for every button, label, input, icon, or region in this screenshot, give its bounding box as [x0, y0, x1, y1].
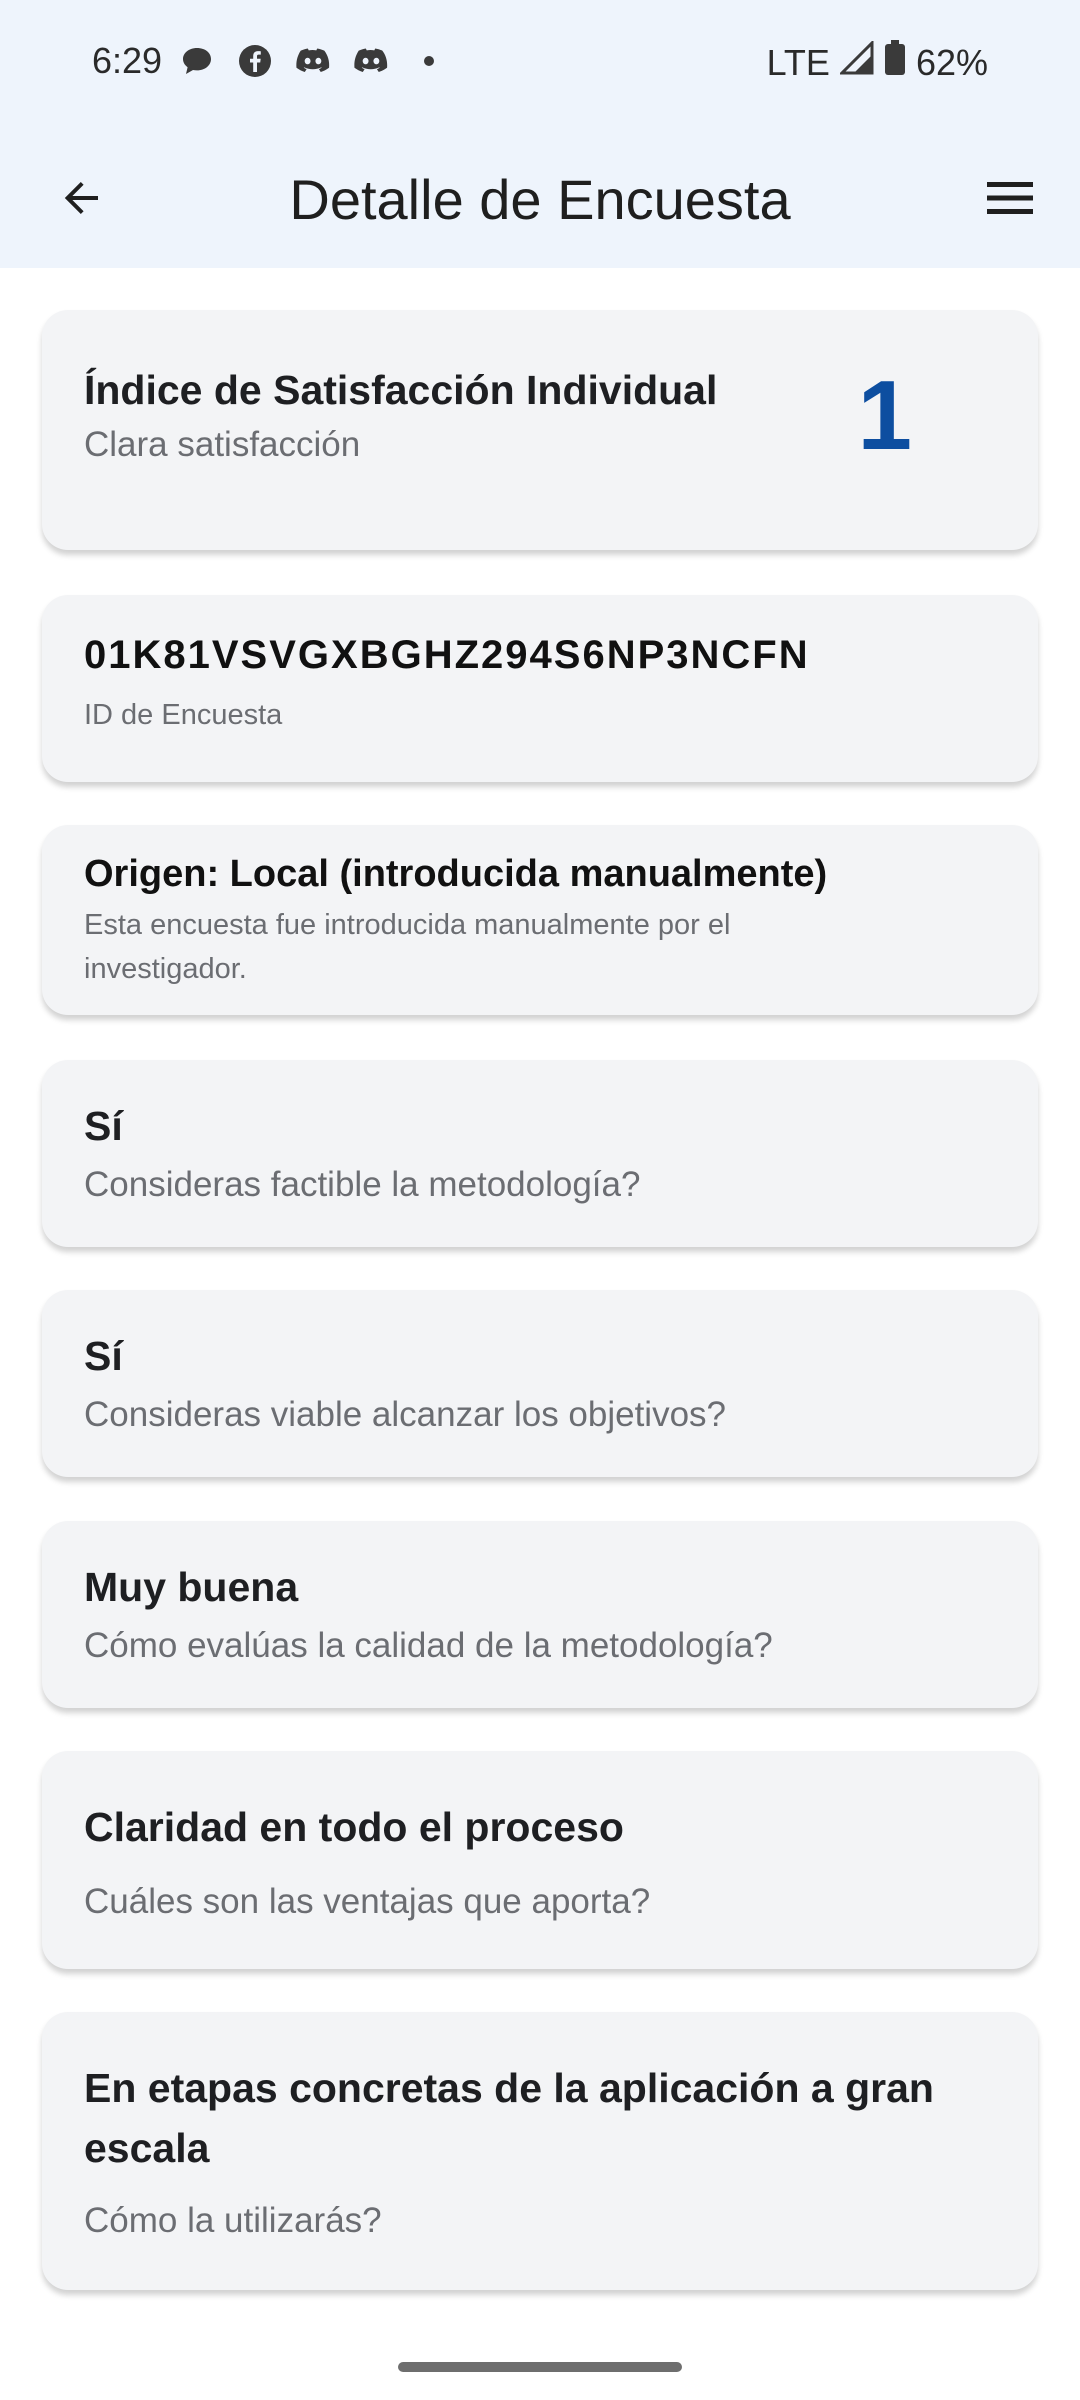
notification-icons [180, 44, 446, 78]
survey-id-card: 01K81VSVGXBGHZ294S6NP3NCFN ID de Encuest… [42, 595, 1038, 782]
answer-value: Sí [84, 1103, 123, 1149]
facebook-icon [238, 44, 272, 78]
status-right: LTE 62% [766, 39, 988, 85]
signal-icon [838, 39, 874, 84]
dot-icon [412, 44, 446, 78]
hamburger-menu-icon [985, 178, 1035, 223]
origin-card: Origen: Local (introducida manualmente) … [42, 825, 1038, 1015]
answer-card: En etapas concretas de la aplicación a g… [42, 2012, 1038, 2290]
origin-description: Esta encuesta fue introducida manualment… [84, 909, 731, 985]
menu-button[interactable] [970, 160, 1050, 240]
question-text: Cuáles son las ventajas que aporta? [84, 1882, 651, 1921]
app-bar: Detalle de Encuesta [0, 130, 1080, 268]
page-title: Detalle de Encuesta [289, 168, 791, 231]
question-text: Consideras viable alcanzar los objetivos… [84, 1395, 727, 1434]
answer-card: Sí Consideras viable alcanzar los objeti… [42, 1290, 1038, 1477]
answer-value: En etapas concretas de la aplicación a g… [84, 2065, 934, 2171]
message-icon [180, 44, 214, 78]
battery-icon [884, 40, 906, 85]
discord-icon [354, 44, 388, 78]
answer-card: Muy buena Cómo evalúas la calidad de la … [42, 1521, 1038, 1708]
answer-card: Sí Consideras factible la metodología? [42, 1060, 1038, 1247]
survey-id-label: ID de Encuesta [84, 699, 283, 731]
satisfaction-score: 1 [857, 360, 912, 470]
survey-id-value: 01K81VSVGXBGHZ294S6NP3NCFN [84, 633, 810, 677]
battery-percent: 62% [915, 41, 988, 83]
question-text: Cómo la utilizarás? [84, 2201, 382, 2240]
discord-icon [296, 44, 330, 78]
answer-card: Claridad en todo el proceso Cuáles son l… [42, 1751, 1038, 1969]
answer-value: Muy buena [84, 1564, 299, 1610]
answer-value: Sí [84, 1333, 123, 1379]
origin-title: Origen: Local (introducida manualmente) [84, 853, 828, 895]
question-text: Consideras factible la metodología? [84, 1165, 641, 1204]
satisfaction-card: Índice de Satisfacción Individual Clara … [42, 310, 1038, 550]
home-indicator[interactable] [398, 2362, 682, 2372]
answer-value: Claridad en todo el proceso [84, 1804, 624, 1850]
network-type: LTE [766, 41, 830, 83]
status-time: 6:29 [92, 40, 163, 81]
status-bar: 6:29 LTE 62% [0, 0, 1080, 130]
question-text: Cómo evalúas la calidad de la metodologí… [84, 1626, 773, 1665]
